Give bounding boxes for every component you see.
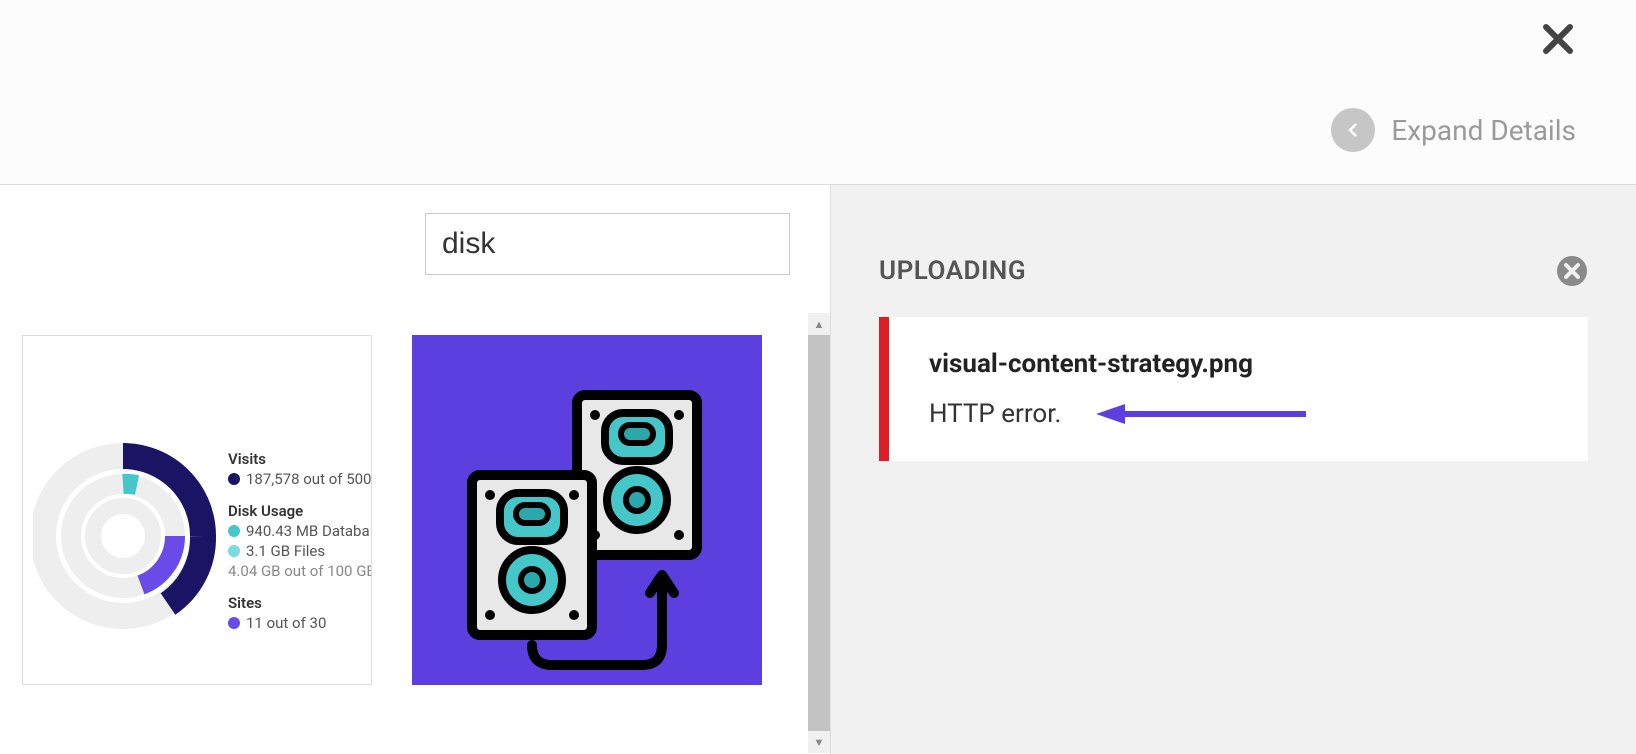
upload-filename: visual-content-strategy.png — [929, 349, 1548, 379]
upload-error-card: visual-content-strategy.png HTTP error. — [879, 317, 1588, 461]
dismiss-icon — [1556, 255, 1588, 287]
upload-status-pane: UPLOADING visual-content-strategy.png HT… — [830, 185, 1636, 754]
media-thumbnail-2[interactable] — [412, 335, 762, 685]
dot-icon — [228, 473, 240, 485]
close-icon — [1540, 21, 1576, 57]
dismiss-upload-button[interactable] — [1556, 255, 1588, 287]
close-button[interactable] — [1540, 20, 1576, 64]
legend-block: Visits 187,578 out of 500 Disk Usage 940… — [228, 436, 372, 634]
dot-icon — [228, 617, 240, 629]
legend-disk-files: 3.1 GB Files — [246, 542, 325, 560]
legend-disk-total: 4.04 GB out of 100 GB — [228, 562, 372, 580]
legend-sites-title: Sites — [228, 594, 372, 612]
scroll-up-icon[interactable]: ▲ — [808, 313, 830, 335]
disk-drives-icon — [412, 335, 762, 685]
annotation-arrow-icon — [1091, 402, 1311, 426]
dot-icon — [228, 525, 240, 537]
thumbnail-grid: Visits 187,578 out of 500 Disk Usage 940… — [22, 335, 762, 685]
media-thumbnail-1[interactable]: Visits 187,578 out of 500 Disk Usage 940… — [22, 335, 372, 685]
expand-details-button[interactable]: Expand Details — [1331, 108, 1576, 152]
scroll-down-icon[interactable]: ▼ — [808, 731, 830, 753]
chevron-left-icon — [1331, 108, 1375, 152]
legend-visits-title: Visits — [228, 450, 372, 468]
modal-header: Expand Details — [0, 0, 1636, 185]
dashboard-preview: Visits 187,578 out of 500 Disk Usage 940… — [23, 336, 371, 684]
scrollbar[interactable]: ▲ ▼ — [808, 313, 830, 753]
media-library-pane: Visits 187,578 out of 500 Disk Usage 940… — [0, 185, 830, 754]
search-input[interactable] — [425, 213, 790, 275]
main-content: Visits 187,578 out of 500 Disk Usage 940… — [0, 185, 1636, 754]
dot-icon — [228, 545, 240, 557]
upload-error-text: HTTP error. — [929, 399, 1061, 429]
donut-chart-icon — [33, 406, 233, 656]
legend-disk-db: 940.43 MB Databa — [246, 522, 370, 540]
upload-section-header: UPLOADING — [879, 255, 1588, 287]
legend-sites-value: 11 out of 30 — [246, 614, 326, 632]
expand-details-label: Expand Details — [1391, 114, 1576, 147]
scroll-thumb[interactable] — [808, 335, 830, 731]
legend-disk-title: Disk Usage — [228, 502, 372, 520]
legend-visits-value: 187,578 out of 500 — [246, 470, 372, 488]
upload-section-title: UPLOADING — [879, 256, 1026, 286]
